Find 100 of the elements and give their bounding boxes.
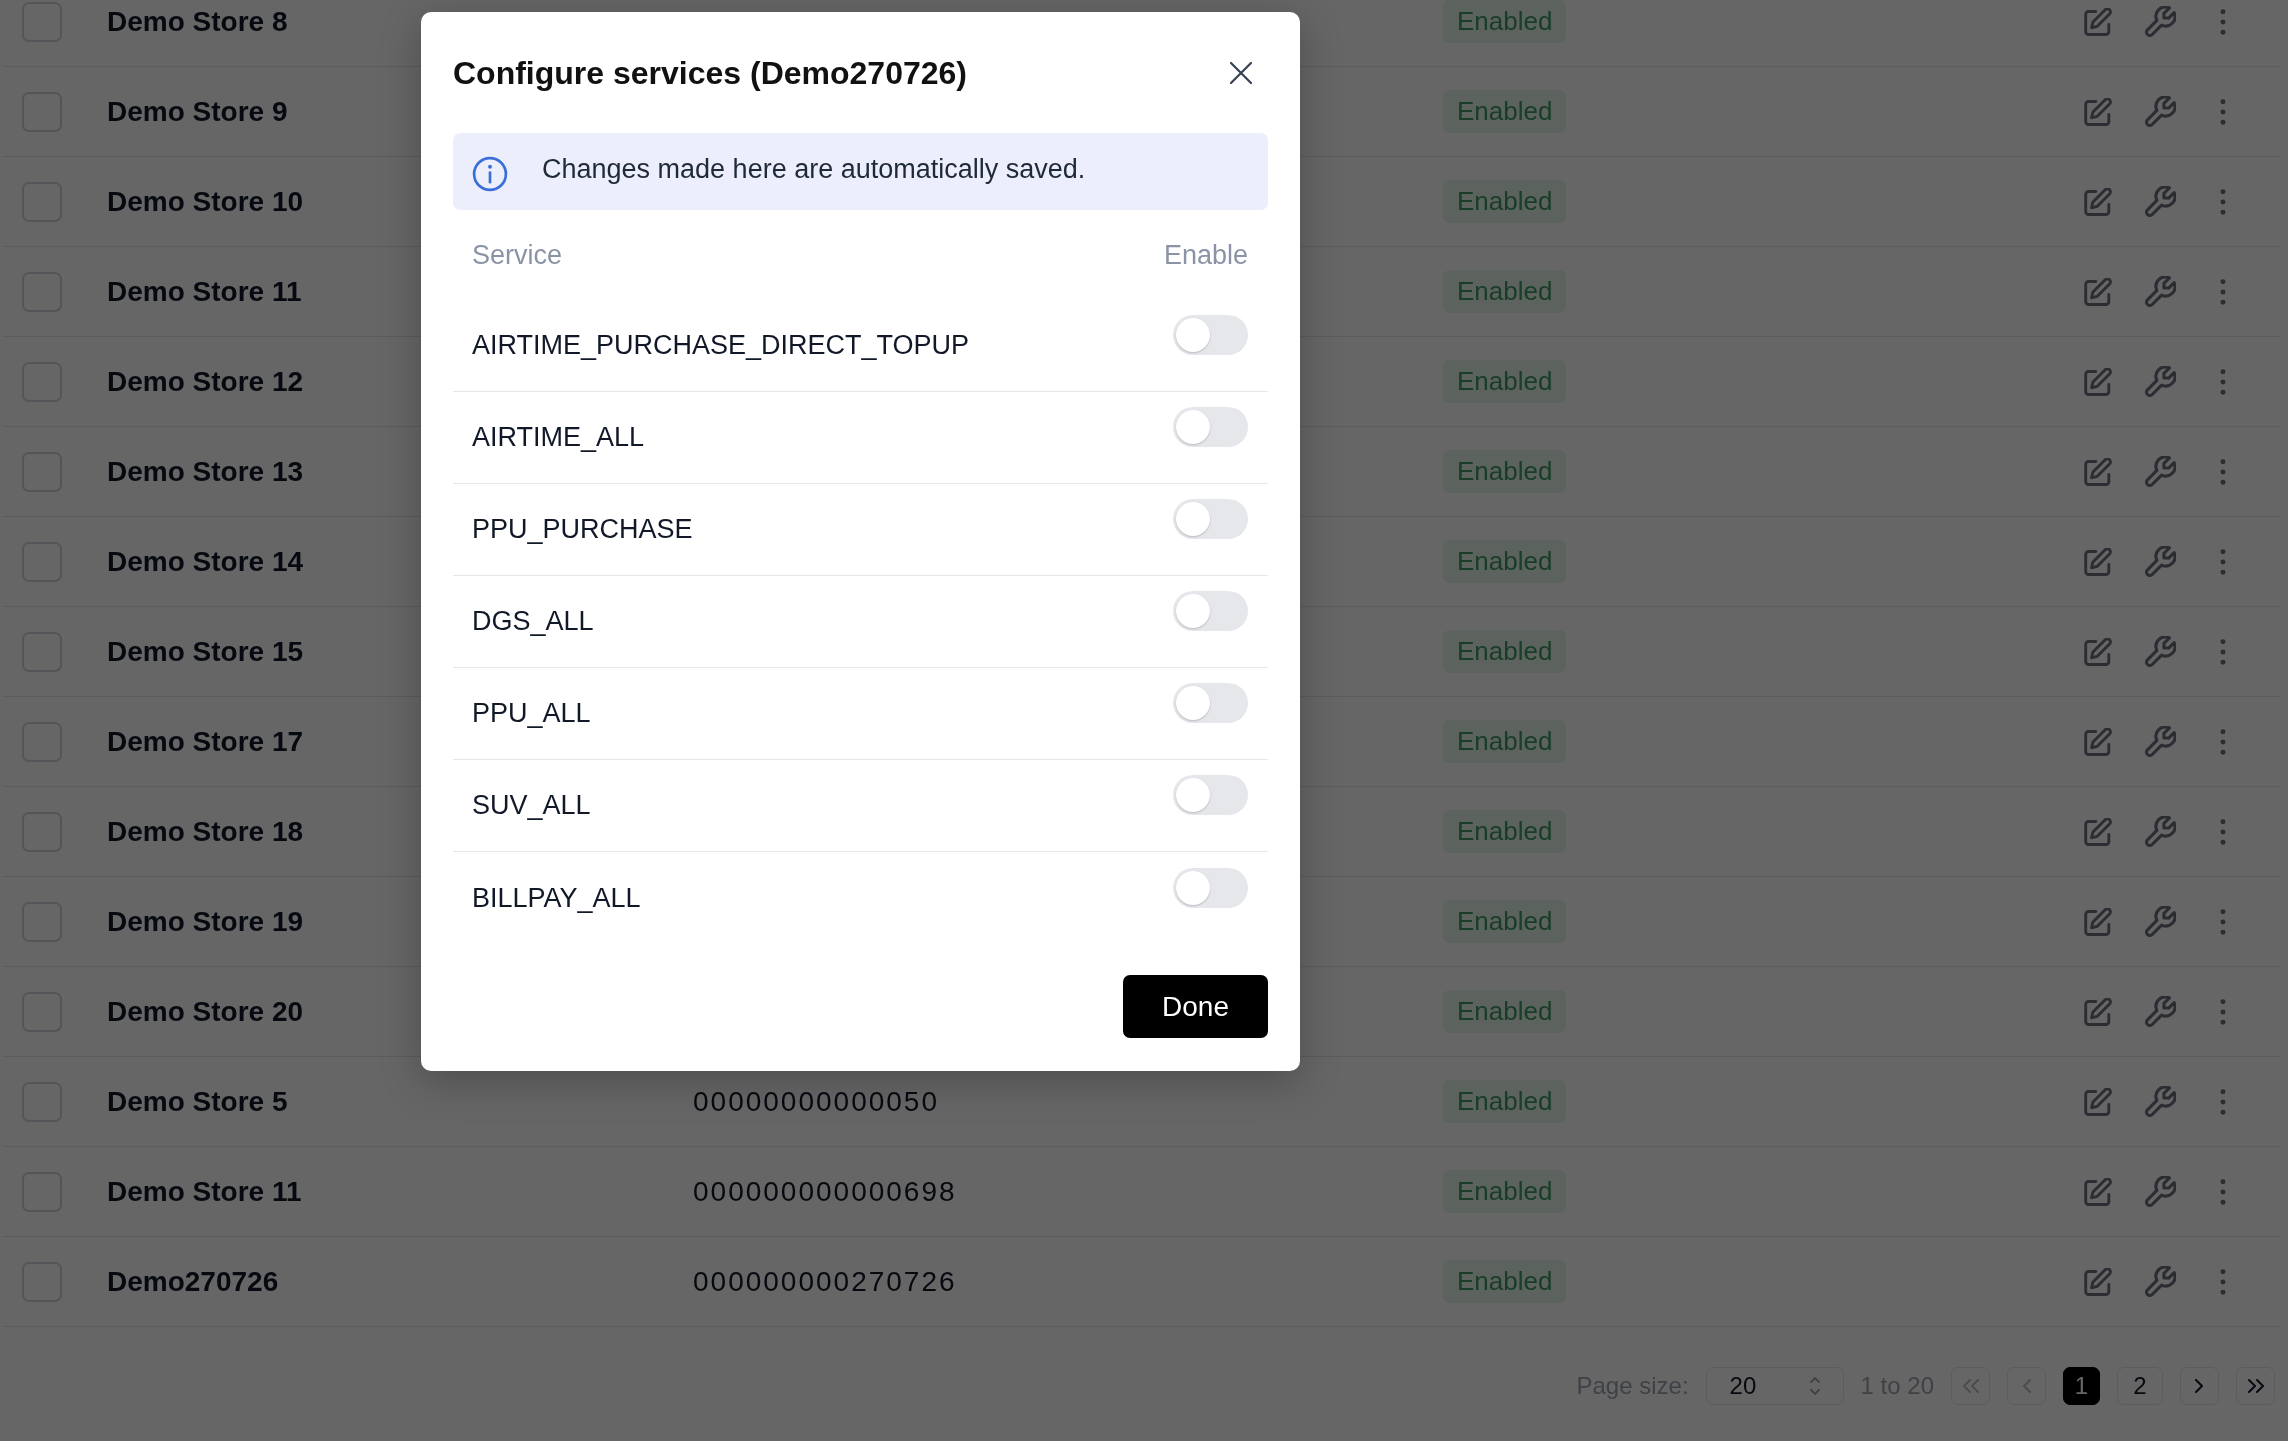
pencil-square-icon[interactable]	[2084, 637, 2112, 666]
toggle-switch[interactable]	[1173, 683, 1248, 723]
pencil-square-icon[interactable]	[2084, 457, 2112, 486]
more-icon[interactable]	[2219, 638, 2227, 665]
store-number: 000000000000698	[693, 1175, 957, 1207]
status-badge: Enabled	[1443, 720, 1567, 763]
page-button[interactable]: 2	[2117, 1367, 2163, 1405]
store-name: Demo Store 8	[107, 5, 288, 38]
status-badge: Enabled	[1443, 0, 1567, 43]
store-name: Demo Store 13	[107, 455, 304, 488]
more-icon[interactable]	[2219, 278, 2227, 305]
more-icon[interactable]	[2219, 818, 2227, 845]
pencil-square-icon[interactable]	[2084, 817, 2112, 846]
more-icon[interactable]	[2219, 458, 2227, 485]
pencil-square-icon[interactable]	[2084, 1177, 2112, 1206]
more-icon[interactable]	[2219, 1178, 2227, 1205]
more-icon[interactable]	[2219, 368, 2227, 395]
pencil-square-icon[interactable]	[2084, 547, 2112, 576]
close-icon[interactable]	[1229, 61, 1253, 85]
toggle-switch[interactable]	[1173, 775, 1248, 815]
status-badge: Enabled	[1443, 810, 1567, 853]
wrench-icon[interactable]	[2145, 1176, 2176, 1207]
store-name: Demo Store 20	[107, 995, 304, 1028]
wrench-icon[interactable]	[2145, 906, 2176, 937]
status-badge: Enabled	[1443, 540, 1567, 583]
store-name: Demo Store 18	[107, 815, 304, 848]
chevron-left-icon	[2022, 1379, 2031, 1393]
pencil-square-icon[interactable]	[2084, 1267, 2112, 1296]
more-icon[interactable]	[2219, 8, 2227, 35]
more-icon[interactable]	[2219, 188, 2227, 215]
store-number: 000000000270726	[693, 1265, 957, 1297]
page-button[interactable]: 1	[2063, 1367, 2100, 1405]
pencil-square-icon[interactable]	[2084, 727, 2112, 756]
toggle-switch[interactable]	[1173, 499, 1248, 539]
wrench-icon[interactable]	[2145, 726, 2176, 757]
more-icon[interactable]	[2219, 1268, 2227, 1295]
service-name: BILLPAY_ALL	[472, 882, 641, 914]
pencil-square-icon[interactable]	[2084, 277, 2112, 306]
page-nav-button[interactable]	[2180, 1367, 2219, 1405]
service-name: PPU_PURCHASE	[472, 514, 693, 545]
page-size-select[interactable]: 20	[1705, 1367, 1844, 1405]
done-button[interactable]: Done	[1123, 975, 1268, 1038]
more-icon[interactable]	[2219, 998, 2227, 1025]
wrench-icon[interactable]	[2145, 636, 2176, 667]
wrench-icon[interactable]	[2145, 276, 2176, 307]
info-icon	[472, 155, 508, 192]
pencil-square-icon[interactable]	[2084, 1087, 2112, 1116]
wrench-icon[interactable]	[2145, 186, 2176, 217]
pencil-square-icon[interactable]	[2084, 97, 2112, 126]
toggle-switch[interactable]	[1173, 591, 1248, 631]
chevron-right-icon	[2195, 1379, 2204, 1393]
chevron-up-down-icon	[1808, 1377, 1821, 1395]
page-nav-button[interactable]	[2236, 1367, 2275, 1405]
status-badge: Enabled	[1443, 630, 1567, 673]
store-name: Demo Store 5	[107, 1085, 288, 1118]
pencil-square-icon[interactable]	[2084, 997, 2112, 1026]
status-badge: Enabled	[1443, 1260, 1567, 1303]
wrench-icon[interactable]	[2145, 366, 2176, 397]
status-badge: Enabled	[1443, 180, 1567, 223]
status-badge: Enabled	[1443, 90, 1567, 133]
more-icon[interactable]	[2219, 908, 2227, 935]
more-icon[interactable]	[2219, 1088, 2227, 1115]
service-name: AIRTIME_ALL	[472, 422, 645, 453]
double-chevron-left-icon	[1962, 1379, 1979, 1393]
store-name: Demo Store 12	[107, 365, 304, 398]
wrench-icon[interactable]	[2145, 996, 2176, 1027]
status-badge: Enabled	[1443, 450, 1567, 493]
wrench-icon[interactable]	[2145, 1266, 2176, 1297]
wrench-icon[interactable]	[2145, 96, 2176, 127]
service-name: PPU_ALL	[472, 698, 591, 729]
dialog-title: Configure services (Demo270726)	[453, 54, 967, 92]
toggle-switch[interactable]	[1173, 867, 1248, 908]
wrench-icon[interactable]	[2145, 816, 2176, 847]
store-name: Demo Store 19	[107, 905, 304, 938]
pencil-square-icon[interactable]	[2084, 187, 2112, 216]
status-badge: Enabled	[1443, 900, 1567, 943]
toggle-switch[interactable]	[1173, 315, 1248, 355]
status-badge: Enabled	[1443, 1080, 1567, 1123]
wrench-icon[interactable]	[2145, 546, 2176, 577]
store-name: Demo270726	[107, 1265, 279, 1298]
more-icon[interactable]	[2219, 548, 2227, 575]
store-name: Demo Store 14	[107, 545, 304, 578]
pencil-square-icon[interactable]	[2084, 7, 2112, 36]
service-name: AIRTIME_PURCHASE_DIRECT_TOPUP	[472, 330, 970, 361]
status-badge: Enabled	[1443, 360, 1567, 403]
pencil-square-icon[interactable]	[2084, 907, 2112, 936]
wrench-icon[interactable]	[2145, 456, 2176, 487]
toggle-switch[interactable]	[1173, 407, 1248, 447]
status-badge: Enabled	[1443, 990, 1567, 1033]
store-name: Demo Store 11	[107, 275, 302, 308]
wrench-icon[interactable]	[2145, 1086, 2176, 1117]
store-name: Demo Store 17	[107, 725, 304, 758]
more-icon[interactable]	[2219, 98, 2227, 125]
store-name: Demo Store 11	[107, 1175, 302, 1208]
wrench-icon[interactable]	[2145, 6, 2176, 37]
store-number: 00000000000050	[693, 1085, 939, 1117]
pencil-square-icon[interactable]	[2084, 367, 2112, 396]
more-icon[interactable]	[2219, 728, 2227, 755]
store-name: Demo Store 15	[107, 635, 304, 668]
store-name: Demo Store 10	[107, 185, 304, 218]
